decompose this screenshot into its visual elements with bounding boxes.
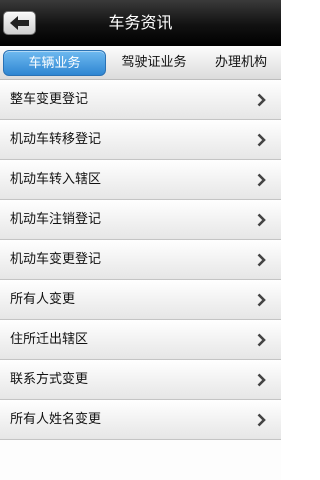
chevron-right-icon bbox=[257, 413, 266, 427]
list-item[interactable]: 整车变更登记 bbox=[0, 80, 281, 120]
list-item[interactable]: 机动车转入辖区 bbox=[0, 160, 281, 200]
chevron-right-icon bbox=[257, 373, 266, 387]
list-item-label: 所有人变更 bbox=[10, 292, 76, 307]
empty-area bbox=[0, 440, 281, 480]
list-item-label: 住所迁出辖区 bbox=[10, 332, 89, 347]
list-item[interactable]: 所有人姓名变更 bbox=[0, 400, 281, 440]
chevron-right-icon bbox=[257, 293, 266, 307]
list-item[interactable]: 机动车注销登记 bbox=[0, 200, 281, 240]
list-item-label: 机动车注销登记 bbox=[10, 212, 102, 227]
chevron-right-icon bbox=[257, 253, 266, 267]
page-title: 车务资讯 bbox=[108, 13, 173, 32]
list-item-label: 机动车转入辖区 bbox=[10, 172, 102, 187]
list-item-label: 所有人姓名变更 bbox=[10, 412, 102, 427]
chevron-right-icon bbox=[257, 213, 266, 227]
list-item-label: 机动车变更登记 bbox=[10, 252, 102, 267]
chevron-right-icon bbox=[257, 133, 266, 147]
tab-bar: 车辆业务 驾驶证业务 办理机构 bbox=[0, 46, 281, 80]
chevron-right-icon bbox=[257, 93, 266, 107]
list-item[interactable]: 所有人变更 bbox=[0, 280, 281, 320]
tab-service-agencies[interactable]: 办理机构 bbox=[203, 50, 279, 76]
tab-vehicle-business[interactable]: 车辆业务 bbox=[3, 50, 106, 76]
list-item-label: 整车变更登记 bbox=[10, 92, 89, 107]
list-item-label: 机动车转移登记 bbox=[10, 132, 102, 147]
tab-license-business[interactable]: 驾驶证业务 bbox=[108, 50, 200, 76]
title-bar: 车务资讯 bbox=[0, 0, 281, 46]
list-item[interactable]: 联系方式变更 bbox=[0, 360, 281, 400]
list-item[interactable]: 机动车转移登记 bbox=[0, 120, 281, 160]
list-item-label: 联系方式变更 bbox=[10, 372, 89, 387]
list-item[interactable]: 住所迁出辖区 bbox=[0, 320, 281, 360]
business-list: 整车变更登记 机动车转移登记 机动车转入辖区 机动车注销登记 机动车变更登记 所… bbox=[0, 80, 281, 440]
chevron-right-icon bbox=[257, 333, 266, 347]
chevron-right-icon bbox=[257, 173, 266, 187]
list-item[interactable]: 机动车变更登记 bbox=[0, 240, 281, 280]
